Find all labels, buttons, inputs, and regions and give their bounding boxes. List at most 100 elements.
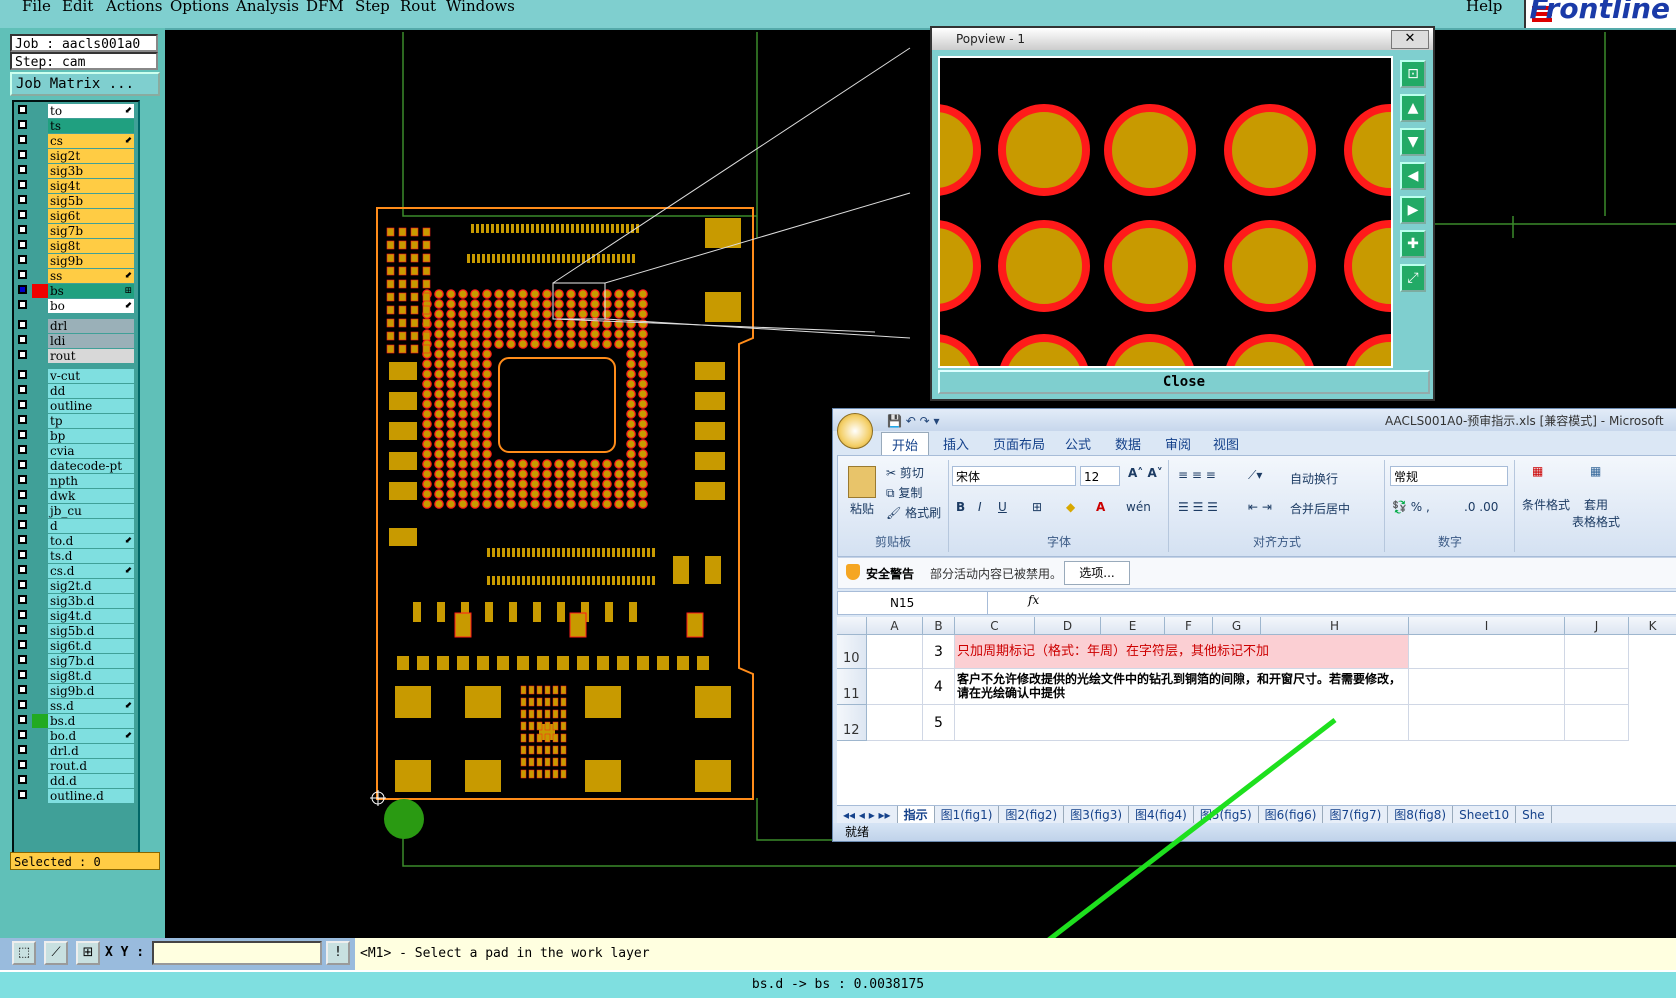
layer-checkbox[interactable]: [18, 550, 27, 559]
layer-checkbox[interactable]: [18, 460, 27, 469]
layer-checkbox[interactable]: [18, 335, 27, 344]
menu-windows[interactable]: Windows: [446, 0, 515, 15]
cell-b[interactable]: 3: [923, 635, 955, 669]
indent-icon[interactable]: ⇤ ⇥: [1248, 500, 1272, 514]
layer-color-swatch[interactable]: [32, 179, 48, 193]
layer-color-swatch[interactable]: [32, 714, 48, 728]
layer-row-bo.d[interactable]: bo.d ⬋: [16, 729, 134, 743]
sheet-nav-icon[interactable]: ◂◂ ◂ ▸ ▸▸: [837, 806, 898, 824]
number-format-select[interactable]: 常规: [1390, 466, 1508, 486]
wrap-text-button[interactable]: 自动换行: [1290, 470, 1338, 487]
cut-button[interactable]: ✂ 剪切: [886, 464, 924, 481]
tab-page-layout[interactable]: 页面布局: [993, 434, 1045, 453]
layer-checkbox[interactable]: [18, 535, 27, 544]
layer-checkbox[interactable]: [18, 180, 27, 189]
layer-checkbox[interactable]: [18, 195, 27, 204]
layer-color-swatch[interactable]: [32, 759, 48, 773]
cell-a[interactable]: [867, 635, 923, 669]
layer-checkbox[interactable]: [18, 225, 27, 234]
layer-checkbox[interactable]: [18, 370, 27, 379]
layer-checkbox[interactable]: [18, 715, 27, 724]
layer-checkbox[interactable]: [18, 445, 27, 454]
sheet-tab[interactable]: She: [1516, 806, 1552, 824]
layer-color-swatch[interactable]: [32, 209, 48, 223]
orientation-icon[interactable]: ⟋▾: [1248, 468, 1262, 483]
layer-color-swatch[interactable]: [32, 284, 48, 298]
layer-color-swatch[interactable]: [32, 654, 48, 668]
layer-row-dd[interactable]: dd: [16, 384, 134, 398]
menu-file[interactable]: File: [22, 0, 51, 15]
quick-access-toolbar[interactable]: 💾 ↶ ↷ ▾: [887, 414, 940, 428]
layer-color-swatch[interactable]: [32, 639, 48, 653]
menu-dfm[interactable]: DFM: [306, 0, 344, 15]
layer-checkbox[interactable]: [18, 505, 27, 514]
menu-actions[interactable]: Actions: [106, 0, 162, 15]
layer-checkbox[interactable]: [18, 685, 27, 694]
layer-checkbox[interactable]: [18, 700, 27, 709]
layer-checkbox[interactable]: [18, 655, 27, 664]
underline-icon[interactable]: U: [998, 500, 1007, 514]
layer-color-swatch[interactable]: [32, 334, 48, 348]
layer-row-sig7b.d[interactable]: sig7b.d: [16, 654, 134, 668]
cell-b[interactable]: 4: [923, 669, 955, 705]
tab-formulas[interactable]: 公式: [1065, 434, 1091, 453]
layer-row-sig4t[interactable]: sig4t: [16, 179, 134, 193]
layer-checkbox[interactable]: [18, 580, 27, 589]
layer-row-datecode-pt[interactable]: datecode-pt: [16, 459, 134, 473]
layer-checkbox[interactable]: [18, 790, 27, 799]
layer-checkbox[interactable]: [18, 640, 27, 649]
cell-j[interactable]: [1409, 669, 1565, 705]
layer-row-sig9b.d[interactable]: sig9b.d: [16, 684, 134, 698]
layer-color-swatch[interactable]: [32, 774, 48, 788]
layer-row-to.d[interactable]: to.d ⬋: [16, 534, 134, 548]
layer-row-rout[interactable]: rout: [16, 349, 134, 363]
layer-color-swatch[interactable]: [32, 609, 48, 623]
layer-checkbox[interactable]: [18, 350, 27, 359]
cell-k[interactable]: [1565, 669, 1629, 705]
popview-close-icon[interactable]: ✕: [1391, 30, 1429, 49]
select-all-corner[interactable]: [837, 617, 867, 635]
cell-a[interactable]: [867, 669, 923, 705]
layer-checkbox[interactable]: [18, 775, 27, 784]
layer-row-tp[interactable]: tp: [16, 414, 134, 428]
layer-row-cs[interactable]: cs ⬋: [16, 134, 134, 148]
column-header[interactable]: J: [1565, 617, 1629, 635]
layer-color-swatch[interactable]: [32, 699, 48, 713]
align-left-icon[interactable]: ☰ ☰ ☰: [1178, 500, 1218, 514]
layer-color-swatch[interactable]: [32, 384, 48, 398]
fx-icon[interactable]: fx: [1028, 593, 1039, 607]
layer-row-ss.d[interactable]: ss.d ⬋: [16, 699, 134, 713]
popview-zoom-view[interactable]: [938, 56, 1393, 368]
pan-down-icon[interactable]: ▼: [1400, 128, 1426, 156]
layer-color-swatch[interactable]: [32, 669, 48, 683]
sheet-tab[interactable]: 指示: [897, 806, 935, 824]
grow-font-icon[interactable]: A˄ A˅: [1128, 466, 1163, 480]
layer-row-outline.d[interactable]: outline.d: [16, 789, 134, 803]
layer-row-jb_cu[interactable]: jb_cu: [16, 504, 134, 518]
layer-color-swatch[interactable]: [32, 444, 48, 458]
tab-insert[interactable]: 插入: [943, 434, 969, 453]
layer-checkbox[interactable]: [18, 135, 27, 144]
layer-checkbox[interactable]: [18, 285, 27, 294]
layer-color-swatch[interactable]: [32, 224, 48, 238]
layer-checkbox[interactable]: [18, 320, 27, 329]
layer-checkbox[interactable]: [18, 475, 27, 484]
layer-checkbox[interactable]: [18, 270, 27, 279]
row-header[interactable]: 12: [837, 705, 867, 741]
layer-row-d[interactable]: d: [16, 519, 134, 533]
tab-data[interactable]: 数据: [1115, 434, 1141, 453]
layer-color-swatch[interactable]: [32, 104, 48, 118]
layer-color-swatch[interactable]: [32, 789, 48, 803]
layer-color-swatch[interactable]: [32, 299, 48, 313]
layer-color-swatch[interactable]: [32, 254, 48, 268]
layer-row-sig5b[interactable]: sig5b: [16, 194, 134, 208]
xy-input[interactable]: [152, 941, 322, 965]
layer-color-swatch[interactable]: [32, 134, 48, 148]
layer-checkbox[interactable]: [18, 385, 27, 394]
cell-j[interactable]: [1409, 635, 1565, 669]
layer-row-ldi[interactable]: ldi: [16, 334, 134, 348]
layer-row-drl[interactable]: drl: [16, 319, 134, 333]
cell-a[interactable]: [867, 705, 923, 741]
column-header[interactable]: E: [1101, 617, 1165, 635]
layer-checkbox[interactable]: [18, 300, 27, 309]
